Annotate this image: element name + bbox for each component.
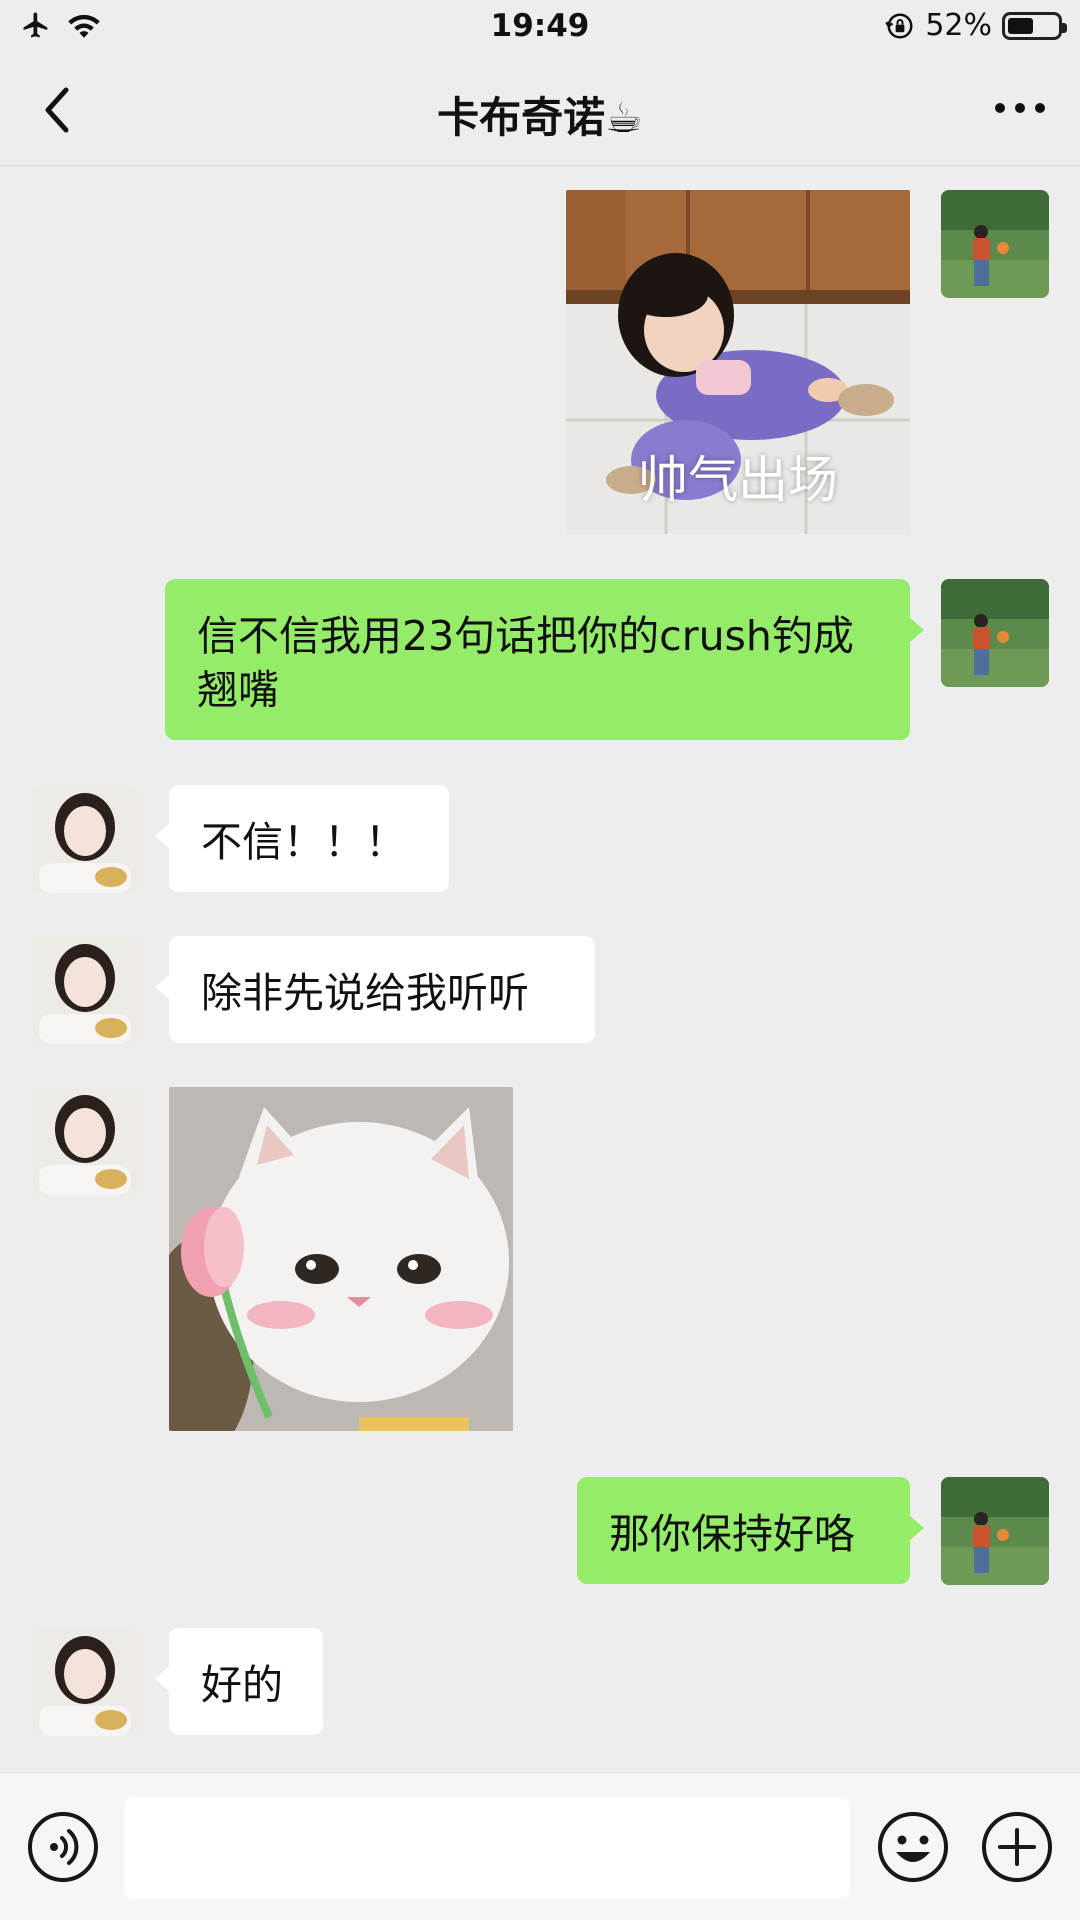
plus-icon[interactable] <box>980 1810 1054 1884</box>
sticker-image[interactable] <box>169 1087 513 1431</box>
message-bubble-incoming[interactable]: 不信！！！ <box>155 785 449 892</box>
battery-fill <box>1008 17 1033 34</box>
battery-percent: 52% <box>925 8 992 43</box>
status-bar: 19:49 52% <box>0 0 1080 54</box>
voice-icon[interactable] <box>26 1810 100 1884</box>
chat-title: 卡布奇诺☕ <box>437 93 643 142</box>
my-avatar[interactable] <box>941 1477 1049 1585</box>
message-bubble-incoming[interactable]: 好的 <box>155 1628 323 1735</box>
message-bubble-outgoing[interactable]: 信不信我用23句话把你的crush钓成翘嘴 <box>165 579 924 740</box>
message-bubble-incoming[interactable]: 除非先说给我听听 <box>155 936 595 1043</box>
emoji-icon[interactable] <box>876 1810 950 1884</box>
sticker-image[interactable]: 帅气出场 <box>566 190 910 534</box>
contact-avatar[interactable] <box>31 1628 139 1736</box>
rotation-lock-icon <box>885 13 913 38</box>
chat-header: 卡布奇诺☕ <box>0 54 1080 166</box>
message-input[interactable] <box>124 1797 850 1899</box>
battery-icon <box>1002 11 1067 40</box>
my-avatar[interactable] <box>941 579 1049 687</box>
contact-avatar[interactable] <box>31 1087 139 1195</box>
more-dots-icon[interactable] <box>990 86 1050 130</box>
contact-avatar[interactable] <box>31 785 139 893</box>
my-avatar[interactable] <box>941 190 1049 298</box>
input-bar <box>0 1772 1080 1920</box>
contact-avatar[interactable] <box>31 936 139 1044</box>
sticker-caption: 帅气出场 <box>638 451 838 509</box>
status-right: 52% <box>885 8 1067 43</box>
message-bubble-outgoing[interactable]: 那你保持好咯 <box>577 1477 924 1584</box>
